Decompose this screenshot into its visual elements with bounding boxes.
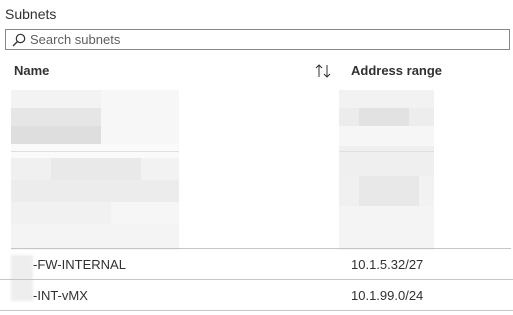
- subnet-name[interactable]: -INT-vMX: [33, 288, 88, 303]
- subnet-name[interactable]: -FW-INTERNAL: [33, 257, 126, 272]
- subnet-address-range: 10.1.99.0/24: [351, 288, 424, 303]
- row-divider: [11, 151, 179, 152]
- row-divider: [339, 151, 434, 152]
- redacted-name-block: [11, 90, 179, 250]
- table-row[interactable]: -INT-vMX 10.1.99.0/24: [0, 280, 513, 311]
- column-header-name[interactable]: Name: [14, 63, 49, 78]
- search-box[interactable]: [5, 29, 510, 50]
- search-input[interactable]: [30, 32, 500, 47]
- table-row[interactable]: -FW-INTERNAL 10.1.5.32/27: [0, 249, 513, 280]
- subnet-address-range: 10.1.5.32/27: [351, 257, 424, 272]
- search-icon: [11, 32, 27, 48]
- sort-up-down-icon[interactable]: [314, 63, 332, 79]
- section-title: Subnets: [5, 6, 57, 22]
- table-header: Name Address range: [0, 58, 513, 84]
- redacted-address-block: [339, 90, 434, 250]
- column-header-address-range[interactable]: Address range: [351, 63, 442, 78]
